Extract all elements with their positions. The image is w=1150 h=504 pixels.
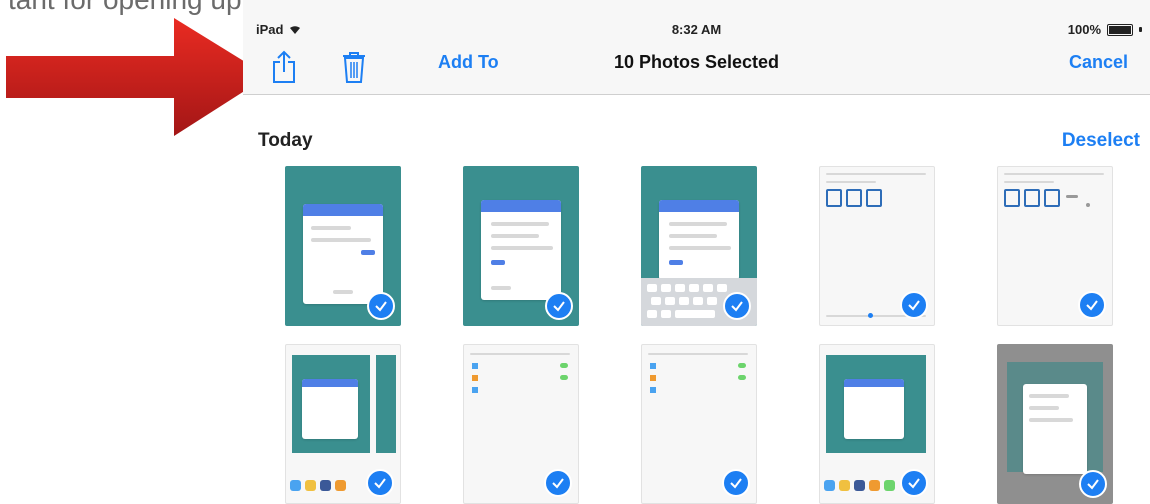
battery-tip bbox=[1139, 27, 1142, 32]
navigation-bar: iPad 8:32 AM 100% Add To 10 Photos Selec… bbox=[243, 0, 1150, 95]
dialog-card bbox=[659, 200, 739, 280]
photo-thumbnail[interactable] bbox=[997, 344, 1113, 504]
section-title: Today bbox=[258, 130, 313, 151]
deselect-button[interactable]: Deselect bbox=[1062, 130, 1140, 152]
photo-thumbnail[interactable] bbox=[641, 166, 757, 326]
checkmark-icon bbox=[1079, 470, 1107, 498]
dialog-card bbox=[844, 379, 904, 439]
checkmark-icon bbox=[723, 292, 751, 320]
checkmark-icon bbox=[545, 292, 573, 320]
checkmark-icon bbox=[900, 291, 928, 319]
checkmark-icon bbox=[900, 469, 928, 497]
dialog-card bbox=[303, 204, 383, 304]
photo-thumbnail[interactable] bbox=[285, 344, 401, 504]
photo-thumbnail[interactable] bbox=[819, 344, 935, 504]
photo-thumbnail[interactable] bbox=[641, 344, 757, 504]
page-title: 10 Photos Selected bbox=[613, 52, 780, 72]
photo-thumbnail[interactable] bbox=[285, 166, 401, 326]
photo-thumbnail[interactable] bbox=[819, 166, 935, 326]
photo-thumbnail[interactable] bbox=[463, 344, 579, 504]
checkmark-icon bbox=[366, 469, 394, 497]
status-time: 8:32 AM bbox=[671, 22, 722, 37]
battery-icon bbox=[1107, 23, 1133, 36]
red-arrow bbox=[6, 18, 268, 136]
dialog-card bbox=[302, 379, 358, 439]
dialog-card bbox=[481, 200, 561, 300]
photo-thumbnail[interactable] bbox=[997, 166, 1113, 326]
status-battery: 100% bbox=[1068, 22, 1142, 37]
photo-thumbnail[interactable] bbox=[463, 166, 579, 326]
battery-percent: 100% bbox=[1067, 22, 1101, 37]
checkmark-icon bbox=[367, 292, 395, 320]
checkmark-icon bbox=[544, 469, 572, 497]
cancel-button[interactable]: Cancel bbox=[1069, 52, 1128, 73]
app-dock bbox=[290, 480, 346, 491]
dialog-card bbox=[1023, 384, 1087, 474]
checkmark-icon bbox=[722, 469, 750, 497]
app-dock bbox=[824, 480, 895, 491]
checkmark-icon bbox=[1078, 291, 1106, 319]
ipad-screen: iPad 8:32 AM 100% Add To 10 Photos Selec… bbox=[243, 0, 1150, 504]
caption-text-fragment: tant for opening up bbox=[8, 0, 242, 16]
